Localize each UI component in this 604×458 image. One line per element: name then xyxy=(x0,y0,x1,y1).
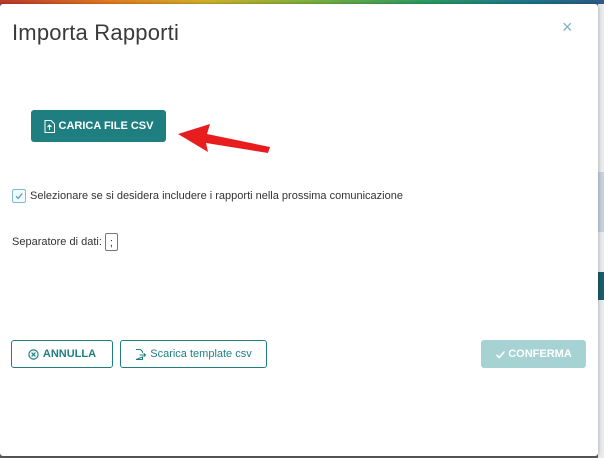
file-upload-icon xyxy=(44,119,55,133)
background-header-band xyxy=(598,272,604,300)
background-panel xyxy=(598,172,604,232)
separator-label: Separatore di dati: xyxy=(12,236,102,248)
include-reports-checkbox[interactable] xyxy=(12,189,26,203)
confirm-button[interactable]: CONFERMA xyxy=(481,340,586,368)
separator-input[interactable]: ; xyxy=(104,233,118,251)
dialog-title: Importa Rapporti xyxy=(12,20,180,45)
check-icon xyxy=(15,193,23,200)
cancel-button[interactable]: ANNULLA xyxy=(11,340,113,368)
download-template-button[interactable]: Scarica template csv xyxy=(120,340,267,368)
check-icon xyxy=(496,350,506,359)
file-export-icon xyxy=(136,348,147,360)
background-page-edge xyxy=(598,4,604,458)
import-reports-dialog: Importa Rapporti × CARICA FILE CSV Selez… xyxy=(0,4,598,456)
upload-csv-button[interactable]: CARICA FILE CSV xyxy=(31,110,166,142)
red-arrow-annotation xyxy=(178,124,270,153)
separator-row: Separatore di dati: ; xyxy=(12,233,118,251)
download-template-label: Scarica template csv xyxy=(150,348,252,360)
times-circle-icon xyxy=(28,348,39,360)
include-reports-label: Selezionare se si desidera includere i r… xyxy=(30,190,403,202)
cancel-label: ANNULLA xyxy=(42,348,97,360)
include-reports-row: Selezionare se si desidera includere i r… xyxy=(12,189,403,203)
close-icon[interactable]: × xyxy=(562,18,573,36)
upload-csv-label: CARICA FILE CSV xyxy=(58,120,154,132)
confirm-label: CONFERMA xyxy=(508,348,572,360)
